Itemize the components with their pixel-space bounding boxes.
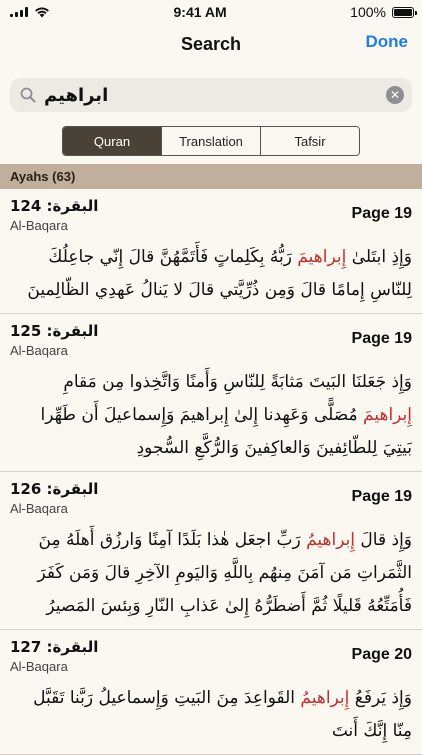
surah-arabic: البقرة: 125 (10, 322, 99, 340)
surah-info: البقرة: 124 Al-Baqara (10, 197, 98, 233)
search-match: إِبراهيمَ (363, 405, 412, 425)
clear-icon[interactable]: ✕ (386, 86, 404, 104)
search-match: إِبراهيمُ (306, 530, 356, 550)
segment-tafsir[interactable]: Tafsir (260, 127, 359, 155)
status-left (10, 6, 50, 18)
battery-icon (391, 6, 417, 18)
result-row[interactable]: البقرة: 126 Al-Baqara Page 19 وَإِذ قالَ… (0, 472, 422, 630)
nav-title: Search (180, 33, 242, 54)
surah-arabic: البقرة: 124 (10, 197, 99, 215)
status-bar: 9:41 AM 100% (0, 0, 422, 24)
ayah-text: وَإِذ جَعَلنَا البَيتَ مَثابَةً لِلنّاسِ… (10, 358, 412, 471)
segment-quran[interactable]: Quran (63, 127, 161, 155)
search-icon (18, 85, 38, 105)
surah-info: البقرة: 126 Al-Baqara (10, 480, 98, 516)
ayah-text-before: وَإِذ قالَ (355, 530, 412, 550)
result-header: البقرة: 127 Al-Baqara Page 20 (10, 638, 412, 674)
result-row[interactable]: البقرة: 125 Al-Baqara Page 19 وَإِذ جَعَ… (0, 314, 422, 472)
done-button[interactable]: Done (366, 32, 409, 52)
surah-english: Al-Baqara (10, 218, 68, 233)
ayah-text-after: مُصَلًّى وَعَهِدنا إِلىٰ إِبراهيمَ وَإِس… (40, 405, 412, 458)
search-input[interactable] (38, 84, 386, 106)
page-number: Page 20 (351, 646, 412, 663)
surah-english: Al-Baqara (10, 343, 68, 358)
page-number: Page 19 (351, 330, 412, 347)
ayah-text: وَإِذ يَرفَعُ إِبراهيمُ القَواعِدَ مِنَ … (10, 674, 412, 754)
section-header: Ayahs (63) (0, 164, 422, 189)
status-right: 100% (350, 4, 417, 20)
surah-english: Al-Baqara (10, 501, 68, 516)
surah-arabic: البقرة: 127 (10, 638, 99, 656)
surah-info: البقرة: 125 Al-Baqara (10, 322, 98, 358)
ayah-text-before: وَإِذ يَرفَعُ (349, 688, 412, 708)
result-row[interactable]: البقرة: 124 Al-Baqara Page 19 وَإِذِ ابت… (0, 189, 422, 314)
result-header: البقرة: 125 Al-Baqara Page 19 (10, 322, 412, 358)
page-number: Page 19 (351, 205, 412, 222)
battery-percent: 100% (350, 4, 386, 20)
ayah-text: وَإِذِ ابتَلىٰ إِبراهيمَ رَبُّهُ بِكَلِم… (10, 233, 412, 313)
search-match: إِبراهيمُ (300, 688, 350, 708)
surah-arabic: البقرة: 126 (10, 480, 99, 498)
segment-translation[interactable]: Translation (161, 127, 260, 155)
wifi-icon (35, 7, 49, 18)
ayah-text: وَإِذ قالَ إِبراهيمُ رَبِّ اجعَل هٰذا بَ… (10, 516, 412, 629)
result-row[interactable]: البقرة: 127 Al-Baqara Page 20 وَإِذ يَرف… (0, 630, 422, 755)
nav-bar: Search Done (0, 24, 422, 64)
search-box[interactable]: ✕ (10, 78, 412, 112)
ayah-text-before: وَإِذِ ابتَلىٰ (346, 247, 412, 267)
search-match: إِبراهيمَ (297, 247, 347, 267)
status-time: 9:41 AM (173, 4, 227, 20)
ayah-text-before: وَإِذ جَعَلنَا البَيتَ مَثابَةً لِلنّاسِ… (63, 372, 412, 392)
result-header: البقرة: 124 Al-Baqara Page 19 (10, 197, 412, 233)
result-header: البقرة: 126 Al-Baqara Page 19 (10, 480, 412, 516)
signal-icon (10, 7, 28, 17)
segmented-control: Quran Translation Tafsir (62, 126, 360, 156)
surah-info: البقرة: 127 Al-Baqara (10, 638, 98, 674)
surah-english: Al-Baqara (10, 659, 68, 674)
search-bar: ✕ (0, 64, 422, 112)
page-number: Page 19 (351, 488, 412, 505)
